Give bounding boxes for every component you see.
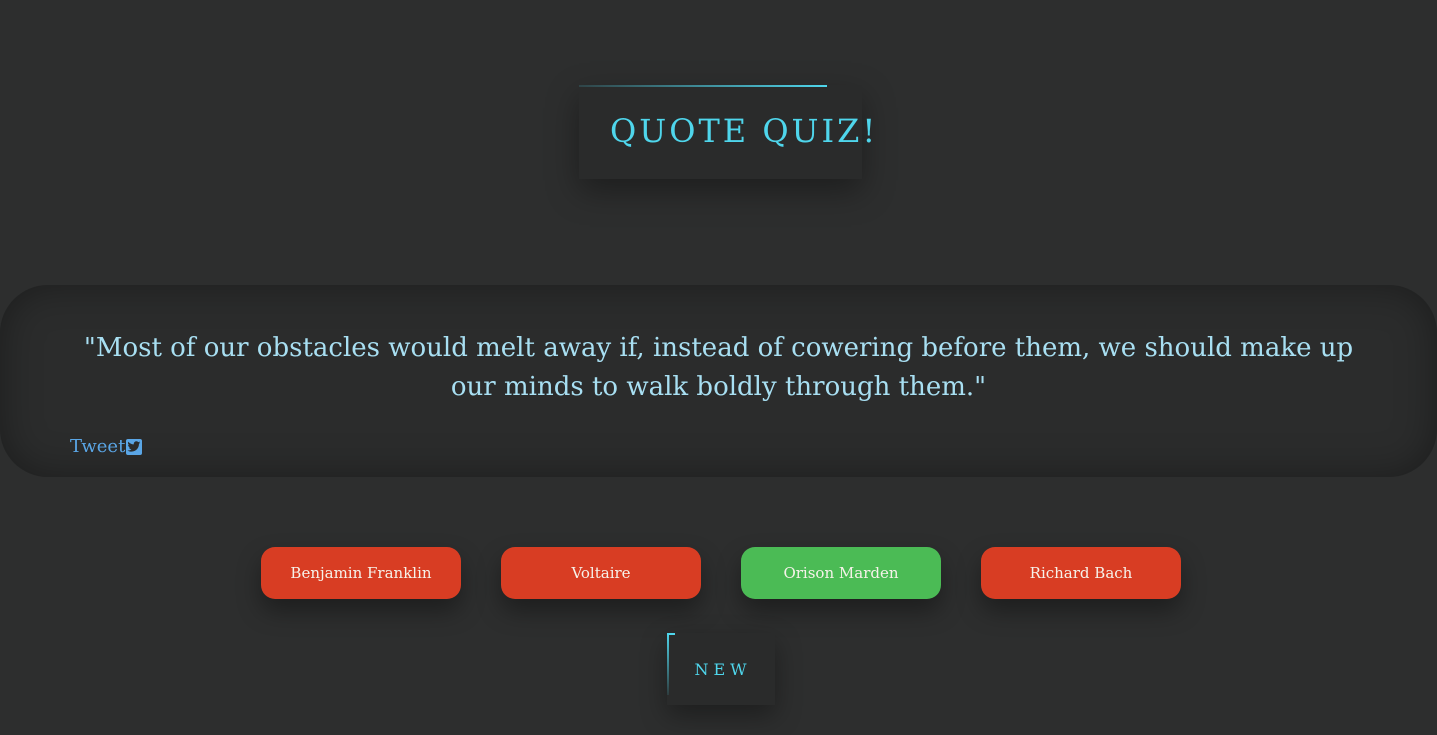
new-quote-label: NEW [694,659,752,679]
answer-button-benjamin-franklin[interactable]: Benjamin Franklin [261,547,461,599]
tweet-link[interactable]: Tweet [70,436,143,457]
answer-button-orison-marden[interactable]: Orison Marden [741,547,941,599]
twitter-icon [126,438,143,455]
quote-text: "Most of our obstacles would melt away i… [83,333,1354,402]
page-title: QUOTE QUIZ! [610,112,879,150]
title-card: QUOTE QUIZ! [579,85,875,179]
answer-button-richard-bach[interactable]: Richard Bach [981,547,1181,599]
tweet-label: Tweet [70,436,126,457]
new-quote-button[interactable]: NEW [667,633,775,705]
answer-button-voltaire[interactable]: Voltaire [501,547,701,599]
quote-card: "Most of our obstacles would melt away i… [0,285,1437,477]
quote-quiz-page: QUOTE QUIZ! "Most of our obstacles would… [0,0,1437,735]
